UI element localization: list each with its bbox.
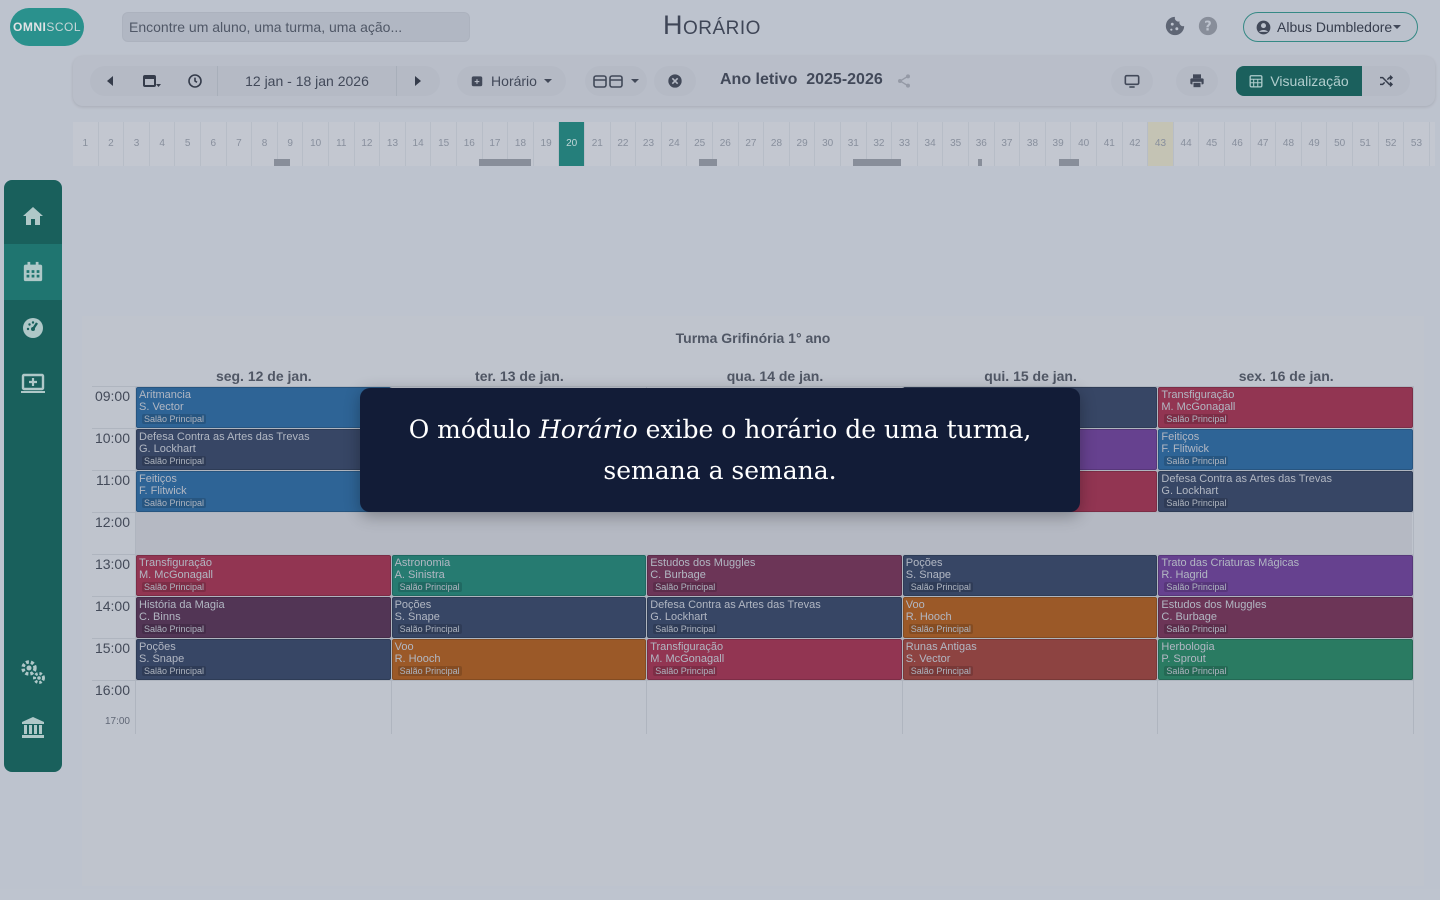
tooltip-text-after: exibe o horário de uma turma, semana a s… <box>603 415 1032 485</box>
tooltip-text-before: O módulo <box>408 415 539 444</box>
tooltip-text-emphasis: Horário <box>539 415 638 444</box>
tour-tooltip-text: O módulo Horário exibe o horário de uma … <box>390 409 1050 491</box>
tour-tooltip: O módulo Horário exibe o horário de uma … <box>360 388 1080 512</box>
